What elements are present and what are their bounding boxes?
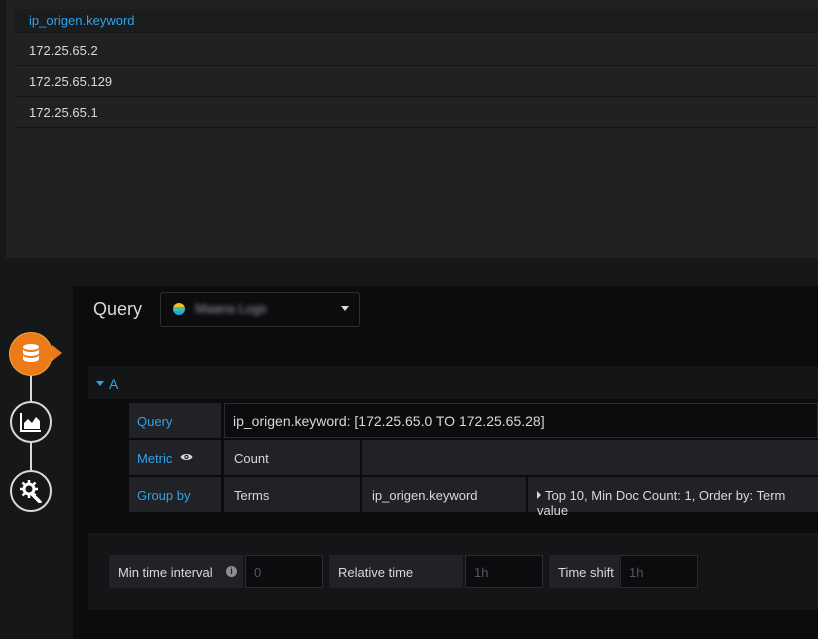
toolbar-connector xyxy=(30,440,32,472)
lucene-query-input[interactable]: ip_origen.keyword: [172.25.65.0 TO 172.2… xyxy=(224,403,818,438)
table-cell: 172.25.65.1 xyxy=(29,105,98,120)
caret-down-icon xyxy=(341,306,349,311)
expand-caret-icon xyxy=(537,491,541,499)
column-header-ip-origen[interactable]: ip_origen.keyword xyxy=(29,13,135,28)
eye-icon[interactable] xyxy=(180,452,193,462)
metric-label: Metric xyxy=(129,440,221,475)
table-cell: 172.25.65.2 xyxy=(29,43,98,58)
group-by-options-toggle[interactable]: Top 10, Min Doc Count: 1, Order by: Term… xyxy=(528,477,818,518)
table-panel: ip_origen.keyword 172.25.65.2 172.25.65.… xyxy=(6,0,818,258)
general-settings-tab-button[interactable] xyxy=(10,470,52,512)
min-interval-label: Min time interval xyxy=(109,555,243,588)
table-cell: 172.25.65.129 xyxy=(29,74,113,89)
group-by-field-selector[interactable]: ip_origen.keyword xyxy=(362,477,526,512)
query-ref-id[interactable]: A xyxy=(109,376,118,392)
query-tab-button[interactable] xyxy=(10,333,52,375)
area-chart-icon xyxy=(20,413,41,432)
gear-wrench-icon xyxy=(20,480,42,503)
table-row: 172.25.65.2 xyxy=(14,35,818,66)
table-row: 172.25.65.129 xyxy=(14,66,818,97)
table-row: 172.25.65.1 xyxy=(14,97,818,128)
metric-type-selector[interactable]: Count xyxy=(224,440,360,475)
toolbar-connector xyxy=(30,373,32,403)
elasticsearch-icon xyxy=(173,303,185,315)
metric-options-empty xyxy=(362,440,818,475)
datasource-name: Maana Logs xyxy=(195,301,267,316)
table-header[interactable]: ip_origen.keyword xyxy=(14,9,818,33)
visualization-tab-button[interactable] xyxy=(10,401,52,443)
group-by-label: Group by xyxy=(129,477,221,512)
time-shift-input[interactable]: 1h xyxy=(620,555,698,588)
time-shift-label: Time shift xyxy=(549,555,619,588)
editor-title: Query xyxy=(93,299,143,319)
group-by-type-selector[interactable]: Terms xyxy=(224,477,360,512)
relative-time-input[interactable]: 1h xyxy=(465,555,543,588)
collapse-caret-icon[interactable] xyxy=(96,381,104,386)
relative-time-label: Relative time xyxy=(329,555,463,588)
min-interval-input[interactable]: 0 xyxy=(245,555,323,588)
query-row-header[interactable] xyxy=(88,366,818,399)
active-tab-pointer xyxy=(52,345,62,361)
info-icon[interactable]: i xyxy=(226,566,237,577)
query-label: Query xyxy=(129,403,221,438)
database-icon xyxy=(23,344,39,362)
datasource-picker[interactable]: Maana Logs xyxy=(160,292,360,327)
